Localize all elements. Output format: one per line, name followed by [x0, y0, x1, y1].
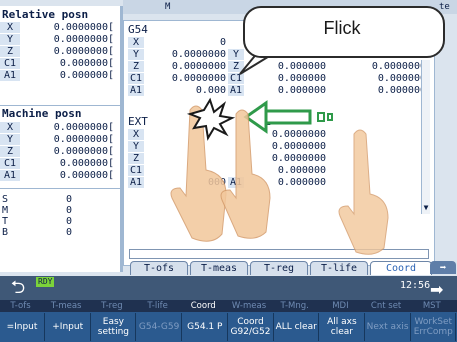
nc-screen: Relative posn X 0.0000000[ Y 0.0000000[ Z0… — [0, 0, 457, 342]
hand-icon — [338, 129, 389, 255]
flick-arrow-icon — [243, 100, 333, 134]
callout-text: Flick — [323, 18, 361, 38]
